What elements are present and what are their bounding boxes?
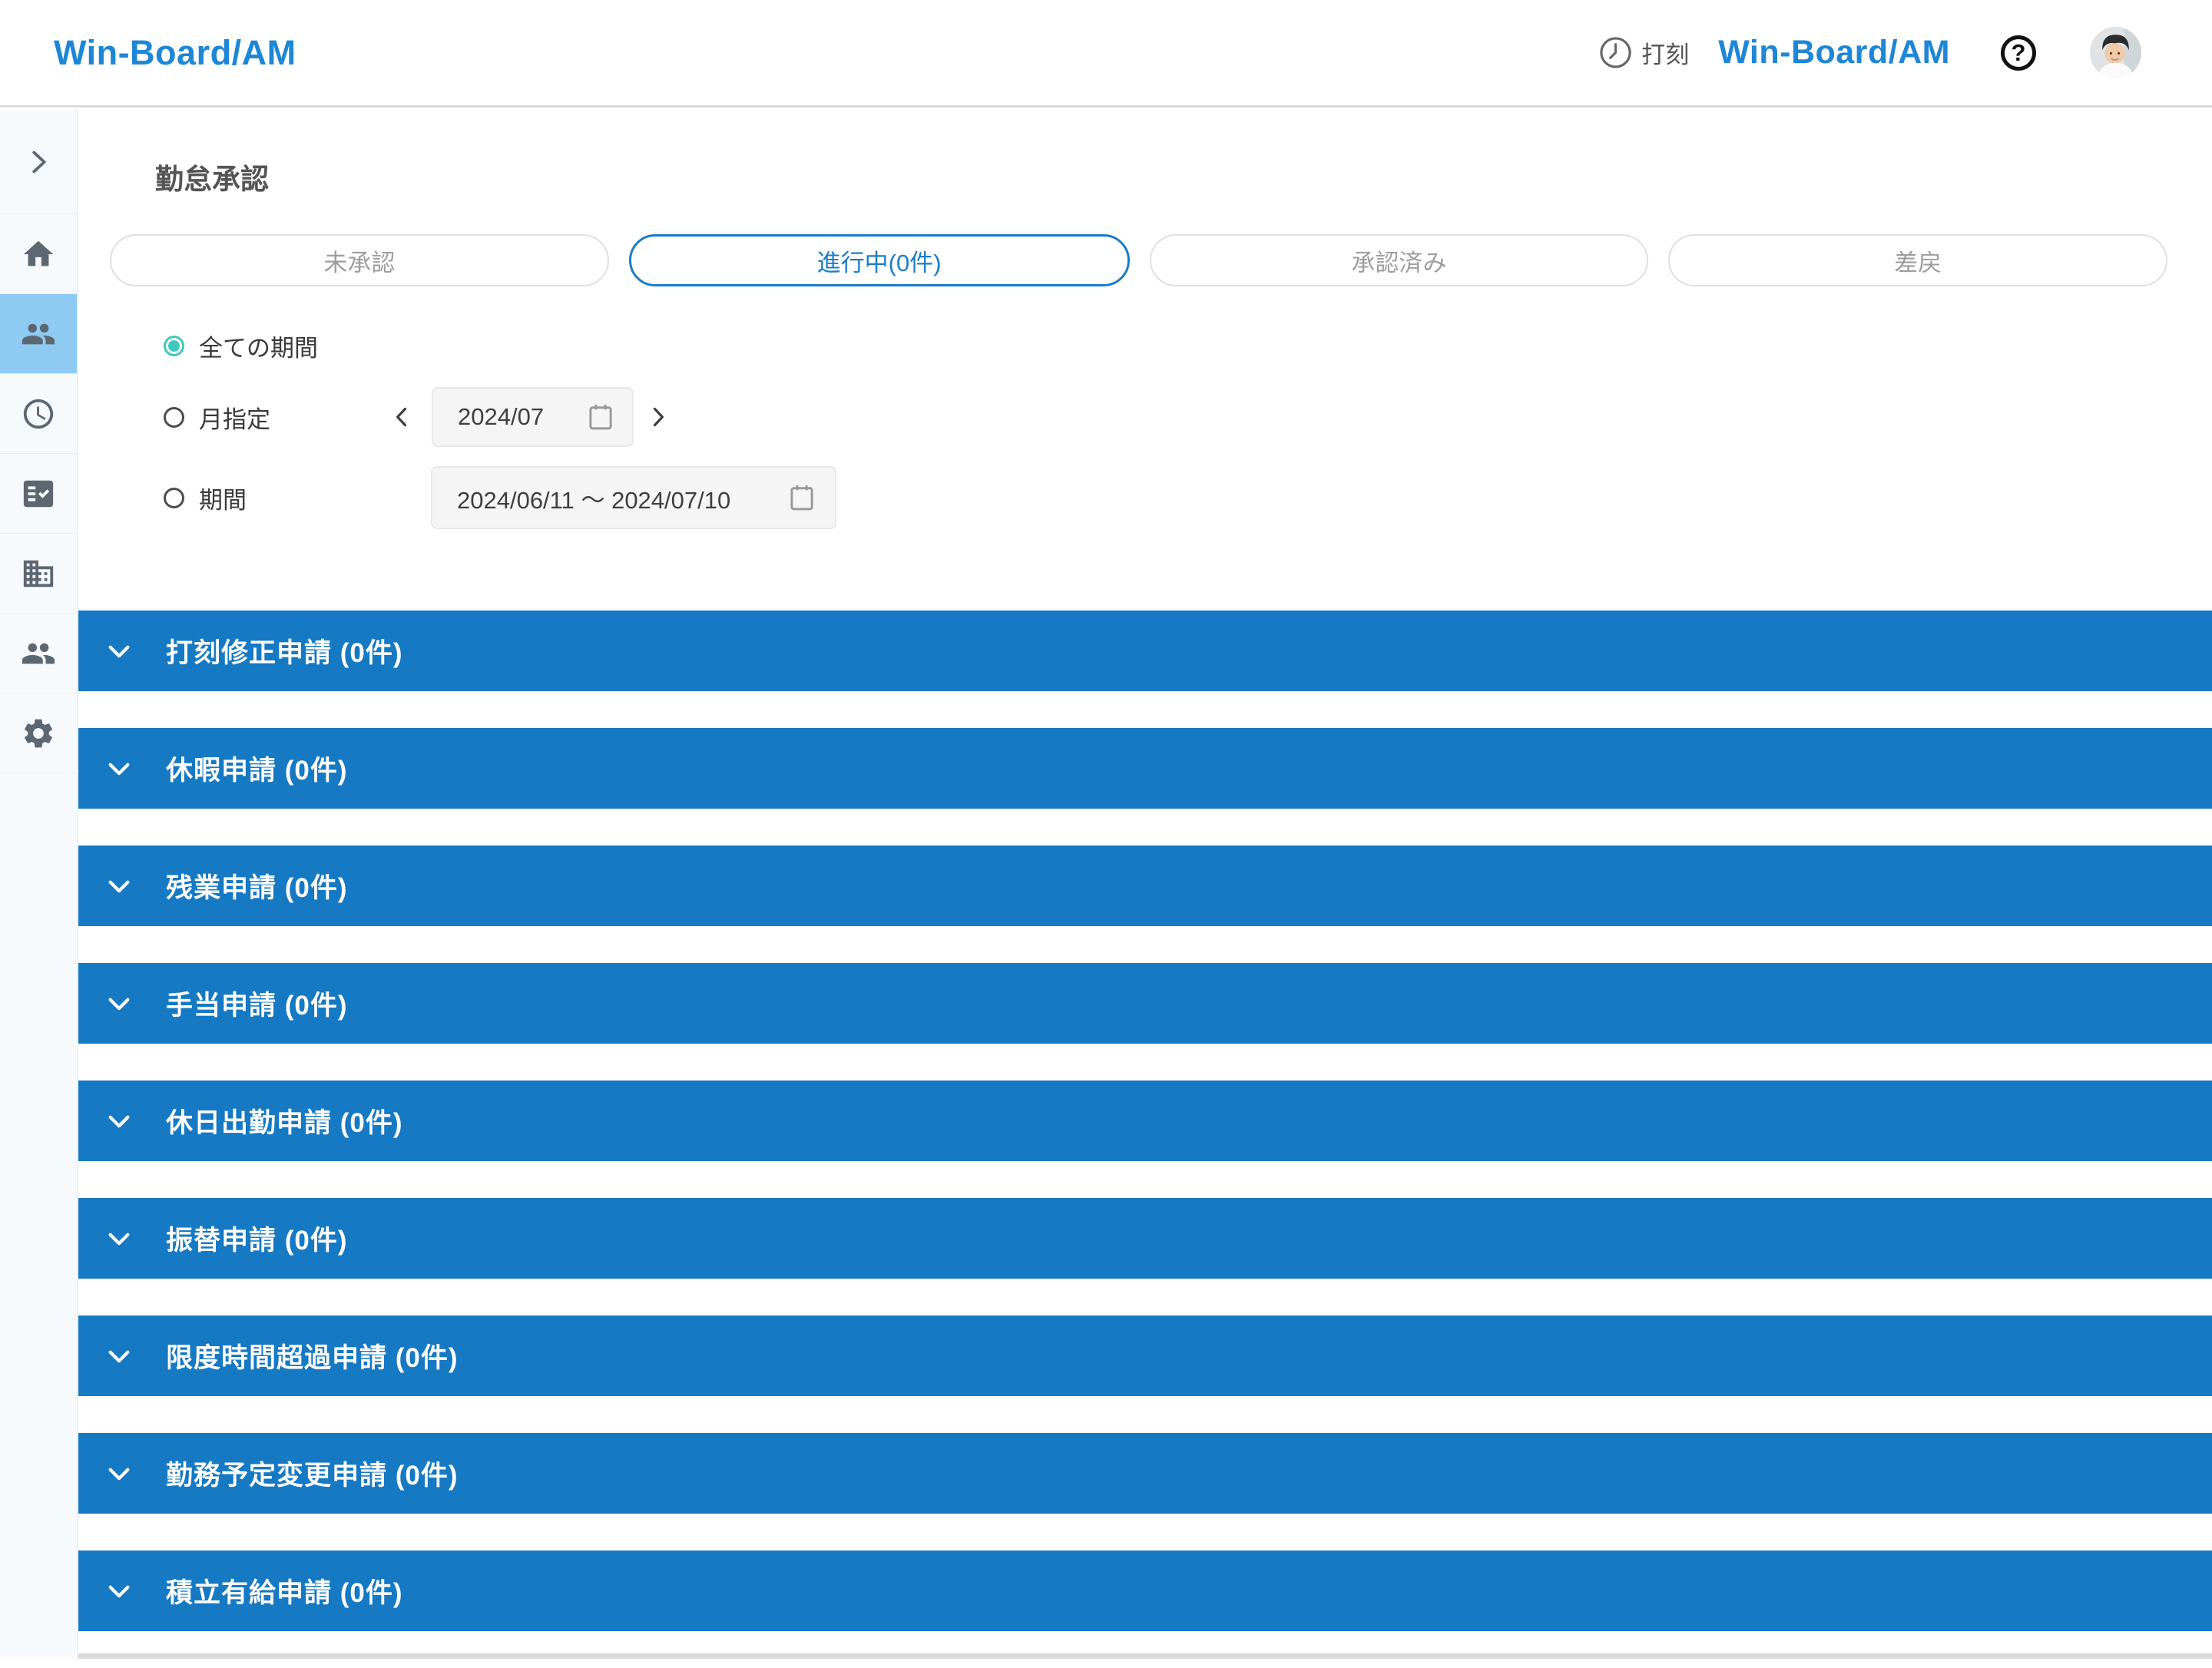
section-label: 限度時間超過申請 (0件) [166,1343,459,1373]
request-sections: 打刻修正申請 (0件) 休暇申請 (0件) 残業申請 (0件) 手当申請 (0件… [78,611,2212,1668]
chevron-down-icon [108,1585,130,1597]
help-icon[interactable]: ? [2001,35,2036,71]
status-tabs: 未承認 進行中(0件) 承認済み 差戻 [110,234,2167,286]
section-label: 振替申請 (0件) [166,1226,348,1256]
clock-icon [23,399,54,429]
chevron-down-icon [108,1233,130,1245]
filter-month-row: 月指定 2024/07 [78,385,2212,449]
request-section-header[interactable]: 限度時間超過申請 (0件) [78,1316,2212,1396]
status-tab[interactable]: 承認済み [1149,234,1649,286]
avatar-image [2090,27,2141,78]
app-header: Win-Board/AM 打刻 Win-Board/AM ? [0,0,2212,108]
status-tab[interactable]: 進行中(0件) [628,234,1130,286]
sidebar-item-settings[interactable] [0,693,77,773]
status-tab[interactable]: 差戻 [1668,234,2167,286]
section-label: 休日出勤申請 (0件) [166,1108,403,1138]
header-actions: 打刻 Win-Board/AM ? [1598,27,2141,78]
section-label: 打刻修正申請 (0件) [166,638,403,668]
section-label: 休暇申請 (0件) [166,756,348,786]
calendar-icon [790,485,813,511]
sidebar-item-time-management[interactable] [0,374,77,454]
request-section-header[interactable]: 振替申請 (0件) [78,1198,2212,1279]
people-icon [22,643,55,664]
gear-icon [25,719,52,747]
calendar-icon [589,404,612,430]
section-label: 残業申請 (0件) [166,873,348,903]
sidebar-item-home[interactable] [0,214,77,294]
main-content: 勤怠承認 未承認 進行中(0件) 承認済み 差戻 全ての期間 月指定 2024/… [78,110,2212,1659]
app-logo[interactable]: Win-Board/AM [54,33,296,73]
page-title: 勤怠承認 [155,164,269,195]
sidebar-item-members[interactable] [0,614,77,693]
all-period-label[interactable]: 全ての期間 [199,329,318,363]
building-icon [23,560,54,587]
fact-check-icon [23,480,54,507]
sidebar-item-attendance-approval[interactable] [0,294,77,374]
prev-month-button[interactable] [389,400,416,434]
section-label: 手当申請 (0件) [166,991,348,1021]
radio-range[interactable] [164,487,184,508]
chevron-right-icon [32,151,46,173]
filter-range-row: 期間 2024/06/11 ～ 2024/07/10 [78,465,2212,531]
sidebar-item-company[interactable] [0,534,77,614]
chevron-down-icon [108,880,130,892]
range-label[interactable]: 期間 [199,481,247,515]
date-range-picker[interactable]: 2024/06/11 ～ 2024/07/10 [431,466,836,529]
punch-clock-button[interactable]: 打刻 [1598,35,1689,71]
next-month-button[interactable] [644,400,671,434]
radio-month[interactable] [164,406,184,428]
help-glyph: ? [2011,39,2026,66]
punch-label: 打刻 [1641,41,1690,68]
filter-all-period-row: 全ての期間 [78,322,2212,369]
request-section-header[interactable]: 積立有給申請 (0件) [78,1551,2212,1631]
app-name-link[interactable]: Win-Board/AM [1718,34,1950,71]
range-value: 2024/06/11 ～ 2024/07/10 [457,486,731,514]
chevron-left-icon [396,407,407,427]
sidebar-item-applications[interactable] [0,454,77,534]
radio-all-period[interactable] [164,335,184,356]
request-section-header[interactable]: 手当申請 (0件) [78,963,2212,1044]
screen: Win-Board/AM 打刻 Win-Board/AM ? 勤怠承認 未承認 … [0,0,2212,1659]
request-section-header[interactable]: 休暇申請 (0件) [78,728,2212,809]
chevron-down-icon [108,763,130,775]
status-tab[interactable]: 未承認 [110,234,609,286]
section-label: 勤務予定変更申請 (0件) [166,1461,459,1491]
month-picker[interactable]: 2024/07 [432,387,634,447]
month-label[interactable]: 月指定 [199,400,270,435]
month-value: 2024/07 [458,403,545,430]
people-icon [22,323,55,344]
section-label: 積立有給申請 (0件) [166,1578,403,1608]
sidebar-item-expand-menu[interactable] [0,110,77,214]
chevron-right-icon [653,407,664,427]
chevron-down-icon [108,645,130,657]
next-section-edge [78,1653,2212,1659]
chevron-down-icon [108,1350,130,1362]
request-section-header[interactable]: 打刻修正申請 (0件) [78,611,2212,691]
request-section-header[interactable]: 残業申請 (0件) [78,846,2212,926]
user-avatar[interactable] [2090,27,2141,78]
request-section-header[interactable]: 勤務予定変更申請 (0件) [78,1433,2212,1514]
chevron-down-icon [108,998,130,1010]
home-icon [23,240,54,266]
chevron-down-icon [108,1115,130,1127]
sidebar [0,110,78,1659]
request-section-header[interactable]: 休日出勤申請 (0件) [78,1081,2212,1161]
chevron-down-icon [108,1468,130,1480]
clock-icon [1600,37,1631,68]
